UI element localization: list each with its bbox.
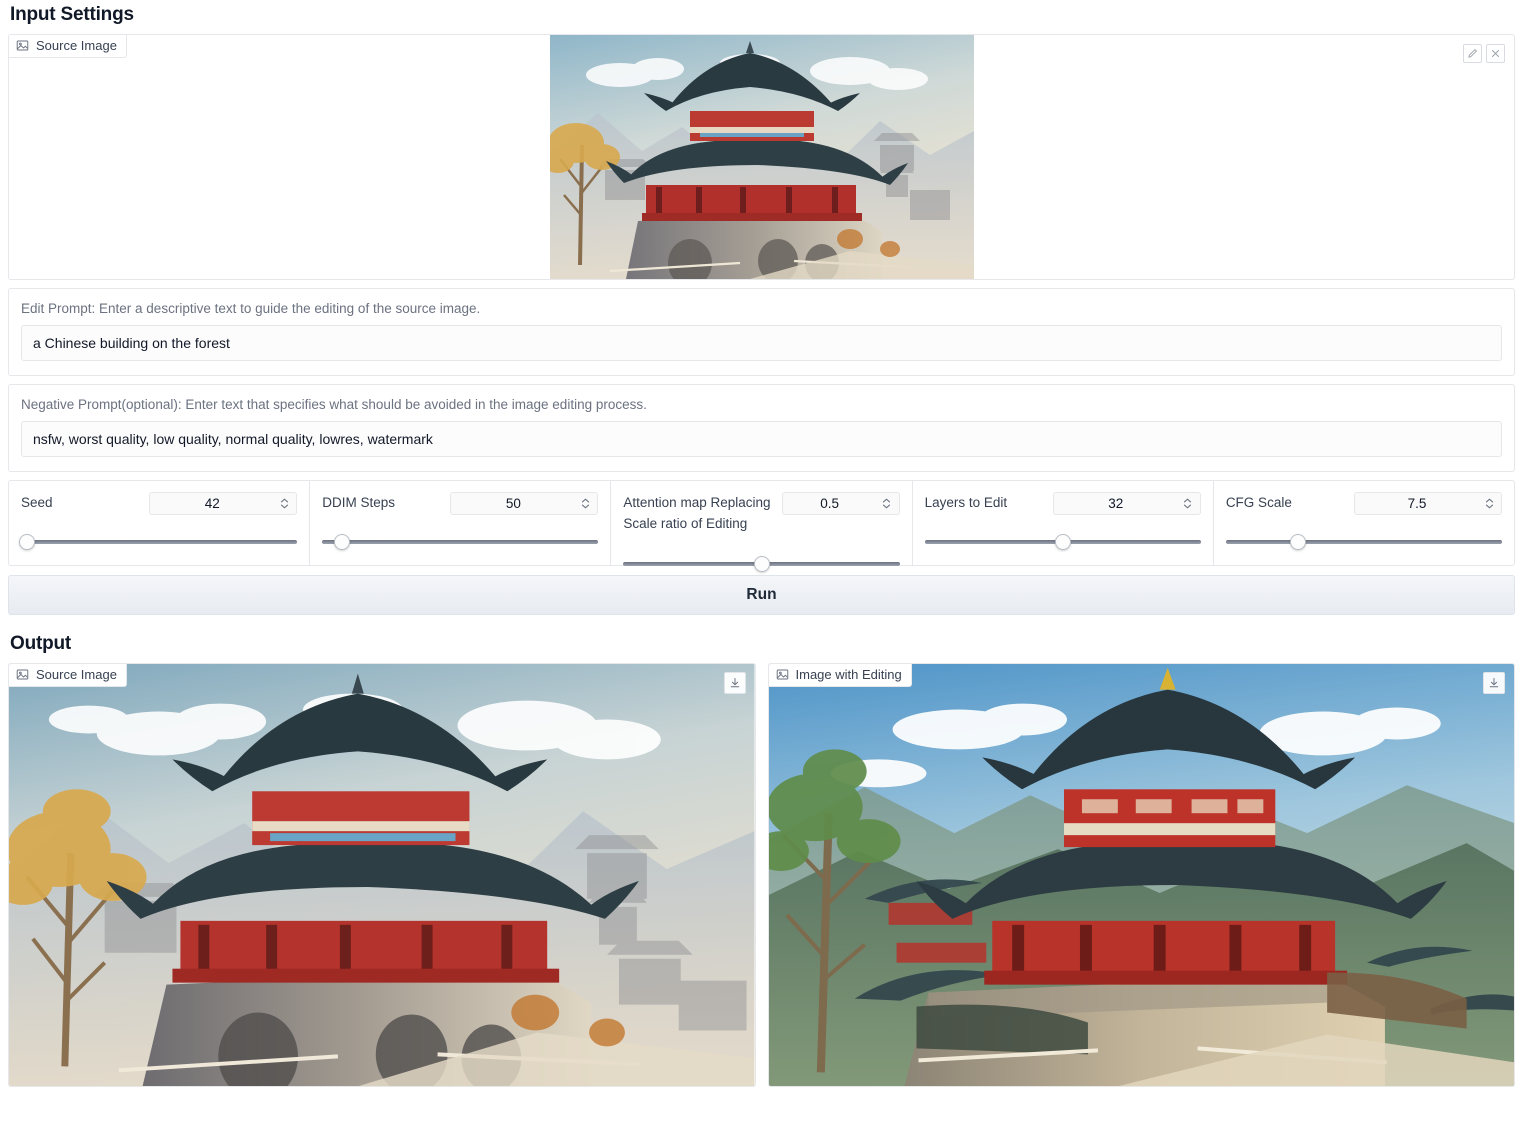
run-button[interactable]: Run xyxy=(8,575,1515,615)
source-image-label-chip: Source Image xyxy=(9,35,127,58)
output-row: Source Image Image with Editing xyxy=(8,663,1515,1087)
attention-replace-slider[interactable] xyxy=(623,555,900,573)
ddim-steps-slider[interactable] xyxy=(322,533,599,551)
output-source-label-chip: Source Image xyxy=(9,664,127,687)
output-heading: Output xyxy=(10,633,72,654)
download-edited-button[interactable] xyxy=(1483,672,1505,694)
attention-replace-number-box[interactable]: 0.5 xyxy=(781,492,900,515)
parameters-row: Seed 42 DDIM Steps 50 Attention map Repl… xyxy=(8,480,1515,572)
edit-prompt-input[interactable] xyxy=(21,325,1502,361)
pencil-icon xyxy=(1467,48,1478,59)
output-source-label-text: Source Image xyxy=(36,667,117,682)
attention-replace-label-line1: Attention map Replacing xyxy=(623,495,771,510)
edit-prompt-label: Edit Prompt: Enter a descriptive text to… xyxy=(21,301,481,316)
output-source-image[interactable] xyxy=(9,664,755,1086)
ddim-steps-value: 50 xyxy=(505,496,521,511)
cfg-scale-slider[interactable] xyxy=(1225,533,1503,551)
image-icon xyxy=(16,668,29,681)
attention-replace-slider-cell: Attention map Replacing Scale ratio of E… xyxy=(611,481,913,572)
seed-slider-handle[interactable] xyxy=(18,534,35,550)
layers-to-edit-slider-cell: Layers to Edit 32 xyxy=(913,481,1214,565)
cfg-scale-slider-cell: CFG Scale 7.5 xyxy=(1214,481,1514,565)
seed-number-box[interactable]: 42 xyxy=(149,492,298,515)
attention-replace-stepper[interactable] xyxy=(879,498,899,509)
layers-to-edit-slider-handle[interactable] xyxy=(1054,534,1071,550)
attention-replace-label: Attention map Replacing Scale ratio of E… xyxy=(623,492,770,535)
source-image-label-text: Source Image xyxy=(36,38,117,53)
output-edited-image-panel[interactable]: Image with Editing xyxy=(767,663,1515,1087)
download-source-button[interactable] xyxy=(723,672,746,694)
attention-replace-label-line2: Scale ratio of Editing xyxy=(623,515,748,531)
ddim-steps-slider-cell: DDIM Steps 50 xyxy=(310,481,612,565)
source-image-thumbnail[interactable] xyxy=(549,35,974,279)
app-root: Input Settings Source Image Edit Prompt:… xyxy=(0,0,1523,1122)
input-settings-heading: Input Settings xyxy=(10,4,134,25)
layers-to-edit-stepper[interactable] xyxy=(1180,498,1200,509)
edit-prompt-block: Edit Prompt: Enter a descriptive text to… xyxy=(8,288,1515,376)
seed-slider-cell: Seed 42 xyxy=(9,481,311,565)
output-edited-label-text: Image with Editing xyxy=(795,667,902,682)
cfg-scale-value: 7.5 xyxy=(1407,496,1427,511)
cfg-scale-label: CFG Scale xyxy=(1225,495,1292,510)
download-icon xyxy=(1488,677,1500,689)
cfg-scale-number-box[interactable]: 7.5 xyxy=(1354,492,1503,515)
layers-to-edit-number-box[interactable]: 32 xyxy=(1052,492,1201,515)
layers-to-edit-value: 32 xyxy=(1108,496,1124,511)
negative-prompt-label: Negative Prompt(optional): Enter text th… xyxy=(21,397,647,412)
negative-prompt-block: Negative Prompt(optional): Enter text th… xyxy=(8,384,1515,472)
ddim-steps-label: DDIM Steps xyxy=(322,495,395,510)
download-icon xyxy=(729,677,741,689)
close-x-icon xyxy=(1490,48,1501,59)
attention-replace-slider-handle[interactable] xyxy=(753,556,770,572)
ddim-steps-stepper[interactable] xyxy=(577,498,597,509)
source-image-tools xyxy=(1463,44,1505,63)
output-edited-image[interactable] xyxy=(768,664,1515,1086)
output-edited-label-chip: Image with Editing xyxy=(768,664,912,687)
negative-prompt-input[interactable] xyxy=(21,421,1502,457)
seed-stepper[interactable] xyxy=(276,498,296,509)
cfg-scale-slider-handle[interactable] xyxy=(1289,534,1306,550)
seed-label: Seed xyxy=(21,495,53,510)
ddim-steps-slider-handle[interactable] xyxy=(333,534,350,550)
edit-image-button[interactable] xyxy=(1463,44,1482,63)
seed-value: 42 xyxy=(204,496,220,511)
seed-slider[interactable] xyxy=(18,533,298,551)
ddim-steps-number-box[interactable]: 50 xyxy=(450,492,599,515)
cfg-scale-stepper[interactable] xyxy=(1481,498,1501,509)
layers-to-edit-slider[interactable] xyxy=(924,533,1201,551)
image-icon xyxy=(776,668,789,681)
attention-replace-value: 0.5 xyxy=(820,496,839,511)
remove-image-button[interactable] xyxy=(1486,44,1505,63)
layers-to-edit-label: Layers to Edit xyxy=(924,495,1008,510)
output-source-image-panel[interactable]: Source Image xyxy=(8,663,756,1087)
image-icon xyxy=(16,39,29,52)
source-image-panel[interactable]: Source Image xyxy=(8,34,1515,280)
